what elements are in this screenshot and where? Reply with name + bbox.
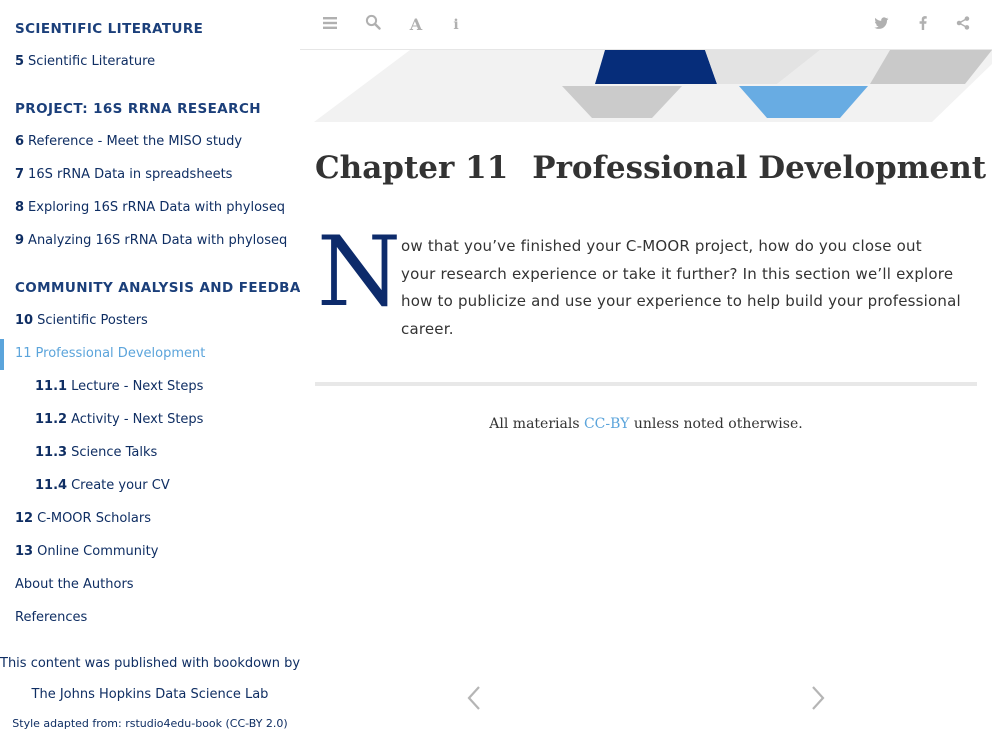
chapter-banner <box>300 50 992 122</box>
info-icon[interactable]: i <box>445 14 467 36</box>
toc-item-7[interactable]: 7 16S rRNA Data in spreadsheets <box>15 167 232 182</box>
drop-cap-letter: N <box>317 216 401 328</box>
section-heading-community-analysis: COMMUNITY ANALYSIS AND FEEDBACK <box>15 280 300 296</box>
section-heading-scientific-literature: SCIENTIFIC LITERATURE <box>15 21 204 37</box>
toc-item-11-3[interactable]: 11.3 Science Talks <box>35 445 157 460</box>
toc-item-13[interactable]: 13 Online Community <box>15 544 158 559</box>
license-notice: All materials CC-BY unless noted otherwi… <box>489 416 803 432</box>
chapter-intro-paragraph: ow that you’ve finished your C-MOOR proj… <box>401 237 961 338</box>
toc-item-references[interactable]: References <box>15 610 87 625</box>
sidebar-toc: SCIENTIFIC LITERATURE 5 Scientific Litera… <box>0 0 300 744</box>
toc-item-11-active[interactable]: 11 Professional Development <box>15 346 205 361</box>
facebook-icon[interactable] <box>912 14 934 36</box>
toc-item-5[interactable]: 5 Scientific Literature <box>15 54 155 69</box>
toc-item-11-2[interactable]: 11.2 Activity - Next Steps <box>35 412 203 427</box>
book-toolbar: A i <box>300 0 992 50</box>
toc-item-10[interactable]: 10 Scientific Posters <box>15 313 148 328</box>
publisher-link[interactable]: The Johns Hopkins Data Science Lab <box>0 687 300 702</box>
toc-item-8[interactable]: 8 Exploring 16S rRNA Data with phyloseq <box>15 200 285 215</box>
toc-item-6[interactable]: 6 Reference - Meet the MISO study <box>15 134 242 149</box>
toc-item-9[interactable]: 9 Analyzing 16S rRNA Data with phyloseq <box>15 233 287 248</box>
share-icon[interactable] <box>952 14 974 36</box>
active-indicator <box>0 339 4 370</box>
chapter-title: Chapter 11 Professional Development <box>315 150 986 186</box>
style-note-link[interactable]: Style adapted from: rstudio4edu-book (CC… <box>0 717 300 730</box>
published-by-label: This content was published with bookdown… <box>0 656 300 671</box>
chapter-number: Chapter 11 <box>315 150 509 186</box>
section-heading-16s-research: PROJECT: 16S RRNA RESEARCH <box>15 101 261 117</box>
font-icon[interactable]: A <box>405 14 427 36</box>
twitter-icon[interactable] <box>870 14 892 36</box>
toc-item-11-1[interactable]: 11.1 Lecture - Next Steps <box>35 379 203 394</box>
menu-icon[interactable] <box>319 14 341 36</box>
search-icon[interactable] <box>362 14 384 36</box>
footer-divider <box>315 382 977 386</box>
chapter-title-text: Professional Development <box>532 150 987 186</box>
toc-item-about-authors[interactable]: About the Authors <box>15 577 134 592</box>
toc-item-12[interactable]: 12 C-MOOR Scholars <box>15 511 151 526</box>
toc-item-11-4[interactable]: 11.4 Create your CV <box>35 478 170 493</box>
cc-by-link[interactable]: CC-BY <box>584 416 629 432</box>
next-page-arrow-icon[interactable] <box>808 682 828 714</box>
previous-page-arrow-icon[interactable] <box>464 682 484 714</box>
